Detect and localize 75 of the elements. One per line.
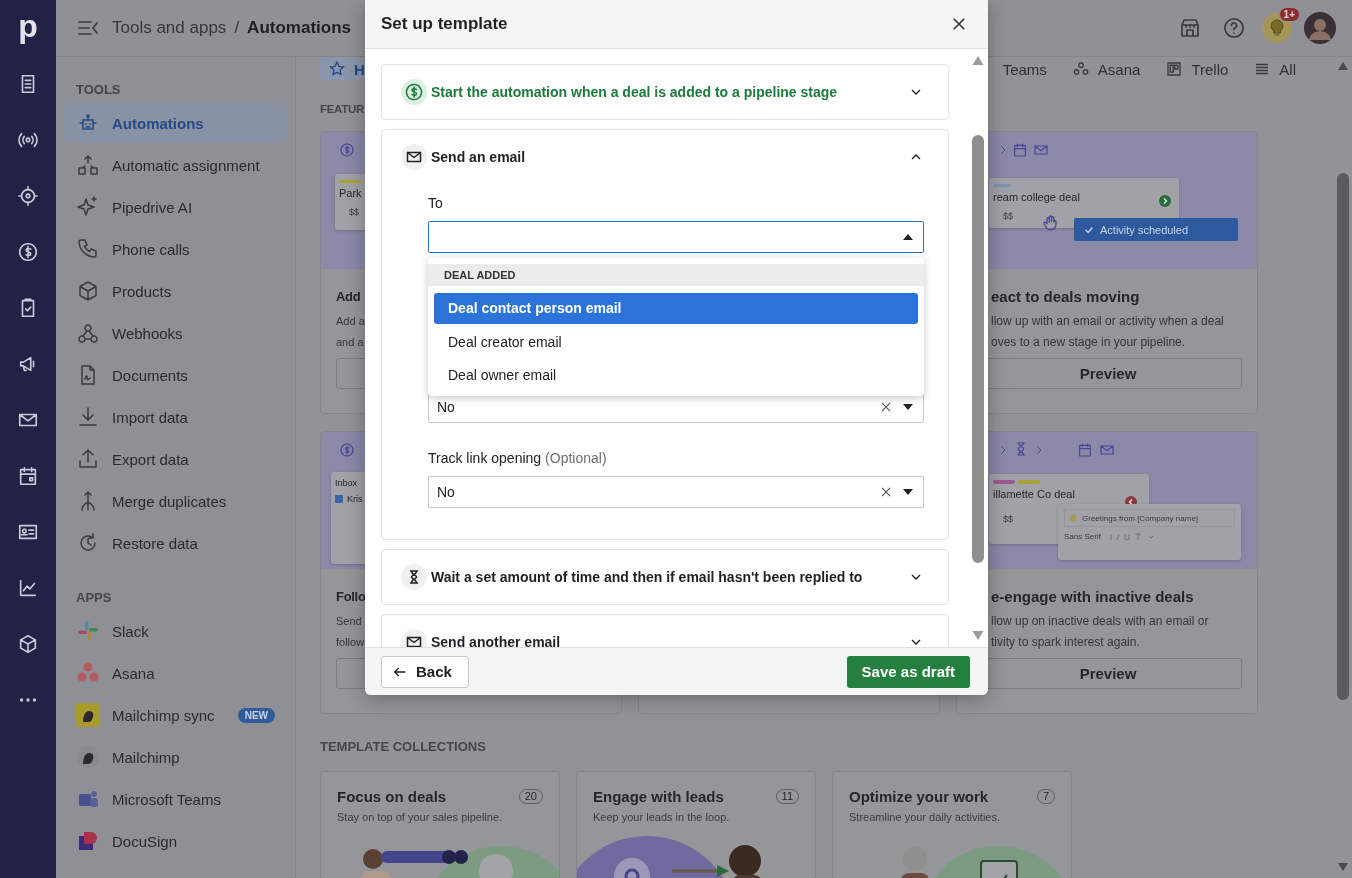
sidebar-item[interactable]: Automations <box>64 103 287 143</box>
sidebar-item[interactable]: Mailchimp sync NEW <box>64 695 287 735</box>
field-label: Track link opening <box>428 450 542 466</box>
font-name-label: Sans Serif <box>1064 532 1101 541</box>
sidebar-item[interactable]: Products <box>64 271 287 311</box>
group-heading: DEAL ADDED <box>428 264 924 286</box>
tab[interactable]: Trello <box>1165 58 1229 80</box>
tab[interactable]: Teams <box>1002 58 1047 80</box>
deal-title: illamette Co deal <box>993 488 1075 500</box>
dropdown-option[interactable]: Deal owner email <box>434 359 918 392</box>
inbox-title: Inbox <box>335 478 358 488</box>
sidebar-item[interactable]: Microsoft Teams <box>64 779 287 819</box>
deal-amount: $$ <box>349 207 359 217</box>
sidebar-item[interactable]: Export data <box>64 439 287 479</box>
collection-subtitle: Streamline your daily activities. <box>849 811 1001 823</box>
deal-amount: $$ <box>1003 514 1013 524</box>
sidebar-item[interactable]: Pipedrive AI <box>64 187 287 227</box>
select-field[interactable]: No <box>428 476 924 508</box>
sidebar-item[interactable]: Merge duplicates <box>64 481 287 521</box>
dropdown-option[interactable]: Deal creator email <box>434 326 918 359</box>
card-description: Add a and a <box>336 314 365 350</box>
collection-title: Engage with leads <box>593 788 724 805</box>
collection-card[interactable]: Optimize your work 7 Streamline your daily activities. <box>832 771 1072 878</box>
card-title: Follo <box>336 588 366 606</box>
dialog-title: Set up template <box>381 14 508 34</box>
card-title: Add <box>336 288 361 306</box>
sidebar-item[interactable]: Restore data <box>64 523 287 563</box>
collection-title: Optimize your work <box>849 788 989 805</box>
collection-subtitle: Keep your leads in the loop. <box>593 811 731 823</box>
card-title: e-engage with inactive deals <box>991 587 1194 607</box>
dropdown-option[interactable]: Deal contact person email <box>434 293 918 324</box>
breadcrumb-item: Automations <box>247 18 351 38</box>
sidebar-item[interactable]: Documents <box>64 355 287 395</box>
sidebar-item[interactable]: Import data <box>64 397 287 437</box>
field-label: To <box>428 195 443 211</box>
sidebar-item[interactable]: Asana <box>64 653 287 693</box>
collection-card[interactable]: Engage with leads 11 Keep your leads in the loop. <box>576 771 816 878</box>
save-draft-button[interactable]: Save as draft <box>846 655 970 688</box>
deal-title: ream college deal <box>993 191 1080 203</box>
sender-name: Kris <box>347 494 363 504</box>
back-button[interactable]: Back <box>381 655 469 688</box>
section-heading: TOOLS <box>75 83 122 97</box>
collection-title: Focus on deals <box>337 788 447 805</box>
deal-amount: $$ <box>1003 211 1013 221</box>
breadcrumb-item[interactable]: Tools and apps <box>112 18 227 38</box>
toast-text: Activity scheduled <box>1100 223 1189 236</box>
new-badge: NEW <box>237 707 275 723</box>
notification-badge: 1+ <box>1278 7 1300 22</box>
deal-title: Park <box>339 187 362 199</box>
collection-card[interactable]: Focus on deals 20 Stay on top of your sales pipeline. <box>320 771 560 878</box>
step-title: Start the automation when a deal is added to a pipeline stage <box>431 84 838 100</box>
card-title: eact to deals moving <box>991 287 1140 307</box>
optional-hint: (Optional) <box>545 450 607 466</box>
section-heading: FEATUR <box>320 102 364 116</box>
tab[interactable]: H <box>320 58 367 80</box>
tab[interactable]: All <box>1253 58 1296 80</box>
step-title: Send another email <box>431 634 561 647</box>
card-description: Send follow <box>336 614 365 650</box>
sidebar-item[interactable]: Phone calls <box>64 229 287 269</box>
sidebar-item[interactable]: Slack <box>64 611 287 651</box>
sidebar-item[interactable]: Automatic assignment <box>64 145 287 185</box>
sidebar-item[interactable]: Webhooks <box>64 313 287 353</box>
section-heading: APPS <box>75 591 113 605</box>
step-title: Send an email <box>431 149 526 165</box>
card-description: llow up on inactive deals with an email or tivity to spark interest again. <box>991 613 1209 651</box>
sidebar-item[interactable]: Mailchimp <box>64 737 287 777</box>
sidebar-item[interactable]: DocuSign <box>64 821 287 861</box>
step-title: Wait a set amount of time and then if email hasn't been replied to <box>431 569 863 585</box>
logo[interactable]: p <box>18 0 38 56</box>
card-description: llow up with an email or activity when a deal oves to a new stage in your pipeline. <box>991 313 1224 351</box>
tab[interactable]: Asana <box>1071 58 1141 80</box>
section-heading: TEMPLATE COLLECTIONS <box>320 740 487 754</box>
collection-subtitle: Stay on top of your sales pipeline. <box>337 811 504 823</box>
greeting-text: Greetings from [Company name] <box>1082 513 1199 523</box>
breadcrumb-separator: / <box>234 18 240 38</box>
